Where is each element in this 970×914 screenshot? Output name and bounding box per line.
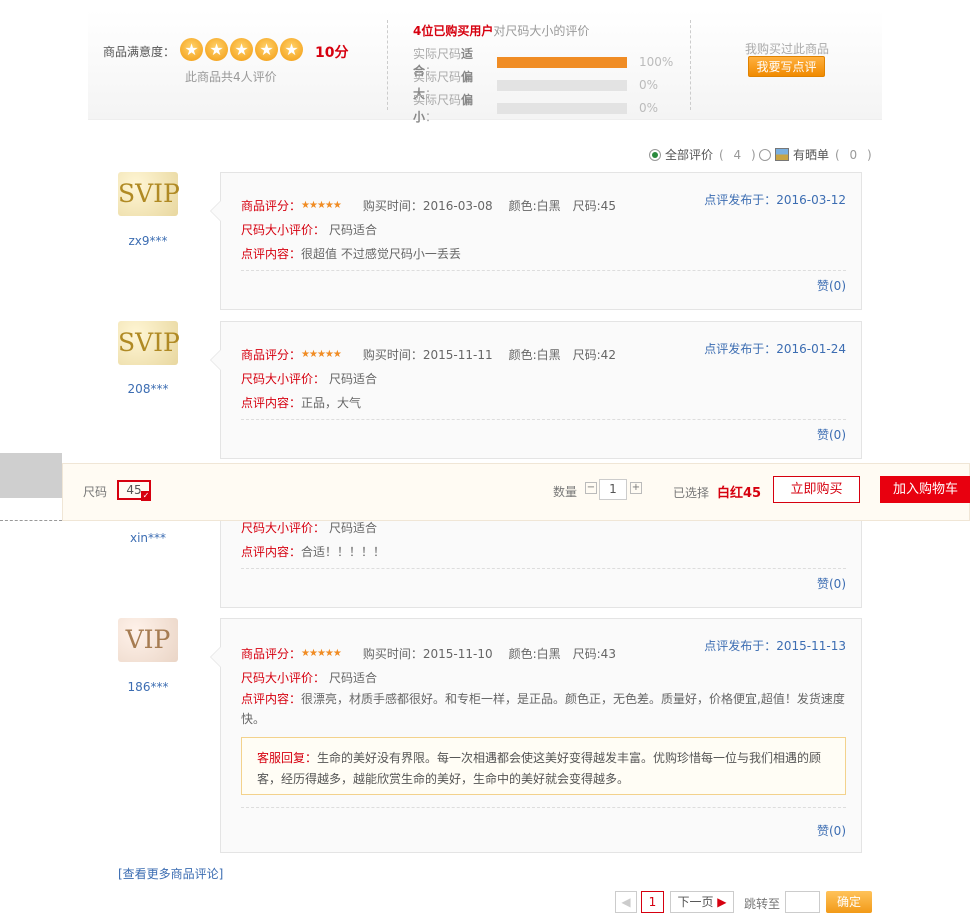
add-to-cart-button[interactable]: 加入购物车: [880, 476, 970, 503]
review-date: 点评发布于：2016-03-12: [704, 193, 846, 207]
username[interactable]: zx9***: [118, 234, 178, 248]
fit-bar: [497, 56, 627, 68]
size-eval: 尺码大小评价： 尺码适合: [241, 521, 378, 535]
review-content: 点评内容：很漂亮，材质手感都很好。和专柜一样，是正品。颜色正，无色差。质量好，价…: [241, 692, 845, 726]
review-meta: 商品评分： ★★★★★ 购买时间：2015-11-11 颜色:白黑 尺码:42: [241, 348, 616, 362]
review-date: 点评发布于：2015-11-13: [704, 639, 846, 653]
next-page-button[interactable]: 下一页 ▶: [670, 891, 734, 913]
review-count-text: 此商品共4人评价: [185, 70, 277, 84]
fit-row-small: 实际尺码偏小： 0%: [413, 93, 659, 124]
review-meta: 商品评分： ★★★★★ 购买时间：2016-03-08 颜色:白黑 尺码:45: [241, 199, 616, 213]
divider: [241, 807, 846, 808]
bought-text: 我购买过此商品: [745, 42, 830, 56]
review-content: 点评内容： 正品，大气: [241, 396, 362, 410]
jump-page-input[interactable]: [785, 891, 820, 913]
quantity-input[interactable]: 1: [599, 479, 627, 500]
satisfaction-stars: ★ ★ ★ ★ ★: [180, 38, 303, 61]
username[interactable]: 208***: [118, 382, 178, 396]
star-icon: ★: [230, 38, 253, 61]
divider: [241, 568, 846, 569]
write-review-button[interactable]: 我要写点评: [748, 56, 825, 77]
service-reply: 客服回复：生命的美好没有界限。每一次相遇都会使这美好变得越发丰富。优购珍惜每一位…: [241, 737, 846, 795]
size-option-selected[interactable]: 45: [117, 480, 151, 501]
rating-stars-icon: ★★★★★: [301, 349, 342, 360]
divider: [387, 20, 388, 110]
rating-stars-icon: ★★★★★: [301, 200, 342, 211]
size-eval: 尺码大小评价： 尺码适合: [241, 223, 378, 237]
like-button[interactable]: 赞(0): [817, 277, 846, 294]
star-icon: ★: [280, 38, 303, 61]
minus-icon[interactable]: −: [585, 482, 597, 494]
avatar: VIP: [118, 618, 178, 662]
like-button[interactable]: 赞(0): [817, 822, 846, 839]
rating-stars-icon: ★★★★★: [301, 648, 342, 659]
fit-bar: [497, 79, 627, 91]
jump-label: 跳转至: [744, 897, 781, 911]
review-content: 点评内容： 很超值 不过感觉尺码小一丢丢: [241, 247, 461, 261]
review-content: 点评内容： 合适！！！！！: [241, 545, 386, 559]
page-current[interactable]: 1: [641, 891, 664, 913]
review-card: 商品评分： ★★★★★ 购买时间：2016-03-08 颜色:白黑 尺码:45 点评…: [210, 172, 862, 310]
filter-all[interactable]: 全部评价( 4 ): [649, 146, 759, 163]
selected-summary: 已选择 白红45: [673, 486, 762, 501]
review-card: 商品评分： ★★★★★ 购买时间：2015-11-10 颜色:白黑 尺码:43 点评…: [210, 618, 862, 853]
avatar: SVIP: [118, 321, 180, 365]
review-meta: 商品评分： ★★★★★ 购买时间：2015-11-10 颜色:白黑 尺码:43: [241, 647, 616, 661]
prev-page-button[interactable]: ◀: [615, 891, 637, 913]
chevron-left-icon: ◀: [621, 895, 631, 909]
username[interactable]: xin***: [118, 531, 178, 545]
filter-photo[interactable]: 有晒单( 0 ): [759, 146, 875, 163]
more-reviews-link[interactable]: [查看更多商品评论]: [118, 865, 223, 882]
buy-bar: 尺码 45 数量 − 1 + 已选择白红45 立即购买 加入购物车: [62, 463, 970, 521]
divider: [241, 419, 846, 420]
satisfaction-label: 商品满意度：: [103, 45, 176, 59]
gray-block: [0, 453, 62, 498]
quantity-label: 数量: [553, 485, 578, 499]
chevron-right-icon: ▶: [717, 895, 727, 909]
radio-checked-icon[interactable]: [649, 148, 661, 161]
divider: [690, 20, 691, 110]
photo-icon: [775, 148, 789, 161]
star-icon: ★: [255, 38, 278, 61]
fit-bar: [497, 102, 627, 114]
avatar: SVIP: [118, 172, 180, 216]
radio-icon[interactable]: [759, 148, 771, 161]
divider: [241, 270, 846, 271]
satisfaction-score: 10分: [315, 45, 349, 61]
username[interactable]: 186***: [118, 680, 178, 694]
size-eval: 尺码大小评价： 尺码适合: [241, 671, 378, 685]
size-eval: 尺码大小评价： 尺码适合: [241, 372, 378, 386]
divider: [0, 520, 62, 521]
star-icon: ★: [205, 38, 228, 61]
star-icon: ★: [180, 38, 203, 61]
review-card: 商品评分： ★★★★★ 购买时间：2015-11-11 颜色:白黑 尺码:42 点评…: [210, 321, 862, 459]
plus-icon[interactable]: +: [630, 482, 642, 494]
review-date: 点评发布于：2016-01-24: [704, 342, 846, 356]
buy-now-button[interactable]: 立即购买: [773, 476, 860, 503]
jump-ok-button[interactable]: 确定: [826, 891, 872, 913]
fit-title: 4位已购买用户对尺码大小的评价: [413, 24, 590, 38]
rating-summary: 商品满意度： ★ ★ ★ ★ ★ 10分 此商品共4人评价 4位已购买用户对尺码…: [88, 10, 882, 124]
size-label: 尺码: [83, 485, 108, 499]
like-button[interactable]: 赞(0): [817, 575, 846, 592]
like-button[interactable]: 赞(0): [817, 426, 846, 443]
